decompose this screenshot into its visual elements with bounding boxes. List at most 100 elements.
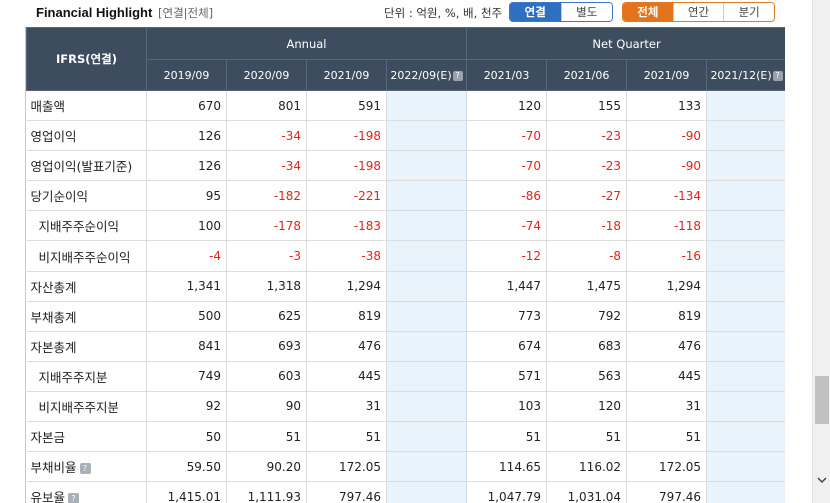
table-cell (706, 391, 785, 423)
table-cell: 50 (146, 421, 227, 453)
table-cell (386, 271, 468, 302)
table-cell: 92 (146, 391, 227, 423)
table-cell: 571 (466, 361, 548, 392)
period-header: 2021/09 (626, 59, 708, 91)
table-cell: -3 (226, 240, 307, 272)
table-cell: 1,415.01 (146, 481, 227, 503)
help-icon[interactable]: ? (68, 493, 80, 503)
table-cell: -8 (546, 240, 628, 272)
period-label: 2021/06 (563, 68, 610, 82)
table-cell: 1,475 (546, 271, 628, 302)
row-label-text: 비지배주주순이익 (38, 249, 131, 265)
table-row: 비지배주주지분 92 90 31 103 120 31 (26, 391, 785, 423)
scroll-down-icon[interactable] (813, 472, 830, 488)
table-cell: -90 (626, 150, 708, 182)
table-cell (386, 301, 468, 332)
scroll-up-icon[interactable] (813, 0, 830, 16)
table-cell: 625 (226, 301, 307, 332)
row-label: 지배주주지분 (26, 361, 147, 392)
row-label-text: 지배주주지분 (38, 369, 108, 385)
table-cell (706, 301, 785, 332)
table-cell (706, 421, 785, 453)
table-body: 매출액 670 801 591 120 155 133 영업이익 126 -34 -198 -70 -2… (26, 90, 785, 503)
vertical-scrollbar[interactable] (812, 0, 830, 503)
table-cell: -74 (466, 210, 548, 242)
table-cell: -90 (626, 120, 708, 152)
help-icon[interactable]: ? (79, 463, 91, 475)
table-cell: 445 (626, 361, 708, 392)
help-icon[interactable]: ? (452, 70, 463, 81)
period-label: 2021/09 (323, 68, 370, 82)
table-cell: -70 (466, 150, 548, 182)
group-header-quarter: Net Quarter (466, 27, 785, 60)
row-label-text: 부채총계 (30, 309, 77, 325)
table-cell: 90 (226, 391, 307, 423)
table-cell: 797.46 (626, 481, 708, 503)
table-cell (386, 120, 468, 152)
period-all-button[interactable]: 전체 (623, 3, 673, 21)
scrollbar-thumb[interactable] (815, 376, 829, 424)
table-cell: -182 (226, 180, 307, 212)
table-cell: 114.65 (466, 451, 548, 483)
corner-header: IFRS(연결) (26, 27, 147, 91)
table-cell: 51 (466, 421, 548, 453)
table-cell: -34 (226, 150, 307, 182)
table-cell: -183 (306, 210, 387, 242)
table-cell (386, 481, 468, 503)
scope-separate-button[interactable]: 별도 (560, 3, 612, 21)
table-cell: 1,294 (626, 271, 708, 302)
table-row: 비지배주주순이익 -4 -3 -38 -12 -8 -16 (26, 240, 785, 272)
table-cell (706, 481, 785, 503)
table-cell (706, 150, 785, 182)
row-label: 영업이익(발표기준) (26, 150, 147, 182)
table-row: 영업이익 126 -34 -198 -70 -23 -90 (26, 120, 785, 152)
table-cell: 51 (546, 421, 628, 453)
period-header: 2020/09 (226, 59, 307, 91)
table-cell: 120 (546, 391, 628, 423)
table-cell: -86 (466, 180, 548, 212)
table-row: 지배주주지분 749 603 445 571 563 445 (26, 361, 785, 392)
row-label: 자산총계 (26, 271, 147, 302)
row-label: 매출액 (26, 90, 147, 122)
table-cell (706, 361, 785, 392)
table-cell (706, 331, 785, 362)
unit-label: 단위 : 억원, %, 배, 천주 (384, 6, 503, 20)
table-cell (706, 90, 785, 122)
row-label-text: 유보율 (30, 490, 66, 503)
period-label: 2022/09(E) (390, 68, 452, 82)
table-cell: 1,341 (146, 271, 227, 302)
table-cell: 1,111.93 (226, 481, 307, 503)
table-row: 매출액 670 801 591 120 155 133 (26, 90, 785, 122)
row-label: 유보율? (26, 481, 147, 503)
row-label: 지배주주순이익 (26, 210, 147, 242)
table-row: 부채비율? 59.50 90.20 172.05 114.65 116.02 172.05 (26, 451, 785, 483)
period-annual-button[interactable]: 연간 (672, 3, 724, 21)
highlight-header: Financial Highlight [연결|전체] 단위 : 억원, %, … (0, 0, 812, 27)
table-cell: -38 (306, 240, 387, 272)
table-cell: 103 (466, 391, 548, 423)
period-quarter-button[interactable]: 분기 (723, 3, 774, 21)
table-cell: 563 (546, 361, 628, 392)
table-cell: 51 (626, 421, 708, 453)
table-cell (706, 210, 785, 242)
table-cell: -70 (466, 120, 548, 152)
help-icon[interactable]: ? (772, 70, 783, 81)
period-header: 2019/09 (146, 59, 227, 91)
table-cell: 116.02 (546, 451, 628, 483)
table-cell: 819 (626, 301, 708, 332)
period-label: 2021/12(E) (710, 68, 772, 82)
period-header: 2022/09(E)? (385, 59, 468, 91)
row-label-text: 영업이익 (30, 129, 77, 145)
table-cell: -23 (546, 150, 628, 182)
row-label: 자본금 (26, 421, 147, 453)
table-cell: 1,318 (226, 271, 307, 302)
row-label-text: 부채비율 (30, 460, 77, 476)
row-label-text: 지배주주순이익 (38, 219, 120, 235)
financial-table: IFRS(연결) Annual Net Quarter 2019/09 2020/… (26, 27, 785, 503)
table-cell: -16 (626, 240, 708, 272)
table-cell: -198 (306, 150, 387, 182)
row-label-text: 자본총계 (30, 339, 77, 355)
table-cell: -221 (306, 180, 387, 212)
table-cell: 31 (626, 391, 708, 423)
scope-consolidated-button[interactable]: 연결 (510, 3, 561, 21)
